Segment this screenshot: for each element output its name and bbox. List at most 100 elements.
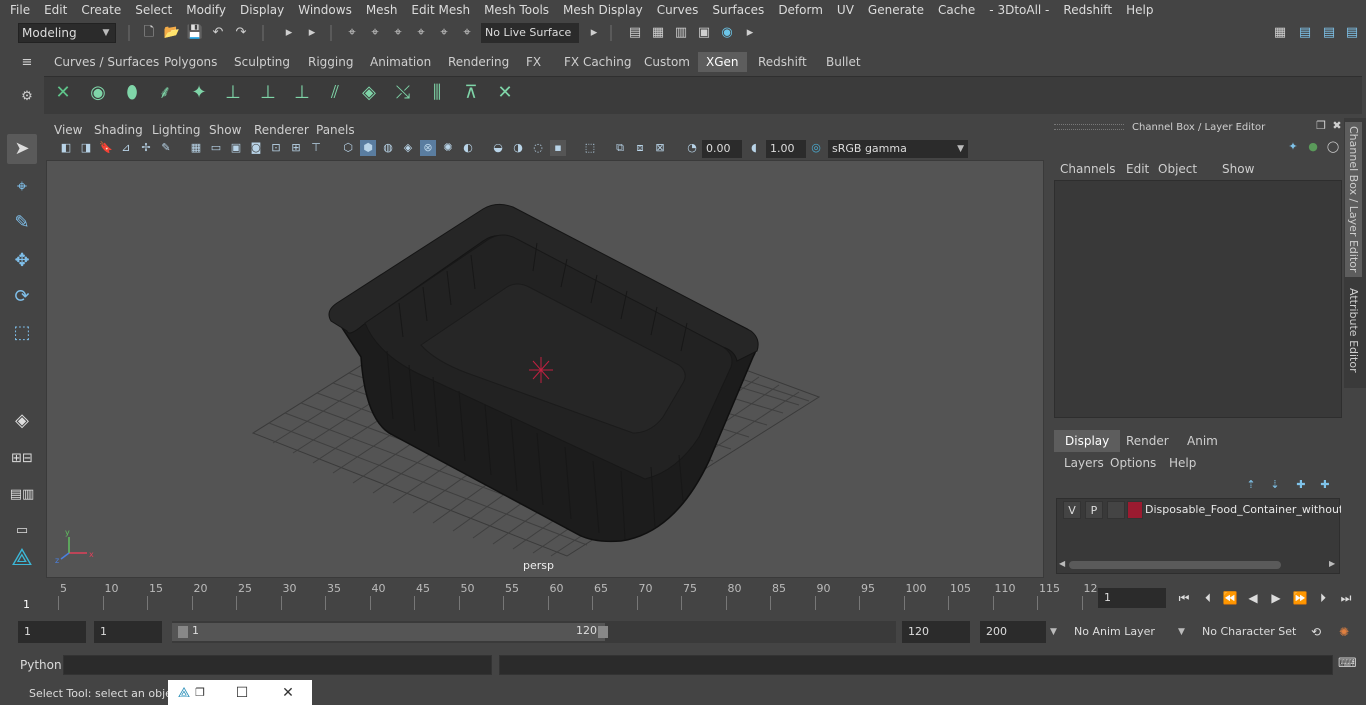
channel-box-menu-object[interactable]: Object: [1158, 162, 1197, 176]
layer-row[interactable]: V P Disposable_Food_Container_without: [1057, 501, 1341, 519]
shelf-tab-polygons[interactable]: Polygons: [156, 52, 225, 72]
panel-menu-view[interactable]: View: [54, 121, 82, 139]
shelf-tab-bullet[interactable]: Bullet: [818, 52, 869, 72]
render-view-icon[interactable]: ▣: [695, 24, 713, 42]
menu-surfaces[interactable]: Surfaces: [705, 0, 771, 20]
channel-box-toggle-icon[interactable]: ▤: [1343, 24, 1361, 42]
shelf-menu-icon[interactable]: ≡: [18, 54, 36, 72]
interactive-groom-icon[interactable]: ⫽: [320, 78, 350, 108]
ipr-render-icon[interactable]: ▥: [672, 24, 690, 42]
range-end-handle[interactable]: [598, 626, 608, 638]
scroll-right-icon[interactable]: ▶: [1329, 559, 1335, 568]
add-guide-icon[interactable]: ✦: [184, 78, 214, 108]
menu-deform[interactable]: Deform: [771, 0, 830, 20]
channel-box-menu-edit[interactable]: Edit: [1126, 162, 1149, 176]
grease-pencil-icon[interactable]: ✎: [158, 140, 174, 156]
menu-3dtoall[interactable]: - 3DtoAll -: [982, 0, 1056, 20]
snap-point-icon[interactable]: ⌖: [458, 24, 476, 42]
menu-display[interactable]: Display: [233, 0, 291, 20]
layout-single-icon[interactable]: ⊞⊟: [7, 444, 37, 474]
shelf-tab-rendering[interactable]: Rendering: [440, 52, 517, 72]
scroll-left-icon[interactable]: ◀: [1059, 559, 1065, 568]
undo-icon[interactable]: ↶: [209, 24, 227, 42]
sculpt-guide-icon[interactable]: ⊥: [218, 78, 248, 108]
xgen-guide-icon[interactable]: ⸙: [150, 78, 180, 108]
smooth-shade-icon[interactable]: ⬢: [360, 140, 376, 156]
move-tool-icon[interactable]: ✥: [7, 246, 37, 276]
menu-edit-mesh[interactable]: Edit Mesh: [404, 0, 477, 20]
step-forward-icon[interactable]: ⏵: [1313, 588, 1333, 608]
layer-display-type[interactable]: [1107, 501, 1125, 519]
xray-icon[interactable]: ⬚: [582, 140, 598, 156]
groom-layer-icon[interactable]: ◈: [354, 78, 384, 108]
rotate-tool-icon[interactable]: ⟳: [7, 282, 37, 312]
layer-tab-display[interactable]: Display: [1054, 430, 1121, 452]
play-forward-icon[interactable]: ▶: [1266, 588, 1286, 608]
panel-menu-panels[interactable]: Panels: [316, 121, 355, 139]
close-icon[interactable]: ✕: [278, 683, 298, 703]
snap-curve-icon[interactable]: ⌖: [435, 24, 453, 42]
ambient-occlusion-icon[interactable]: ◐: [460, 140, 476, 156]
layer-name[interactable]: Disposable_Food_Container_without: [1145, 501, 1341, 519]
convert-groom-icon[interactable]: ⤯: [388, 78, 418, 108]
3d-viewport[interactable]: x y z persp: [46, 160, 1044, 578]
lock-guide-icon[interactable]: ⊥: [287, 78, 317, 108]
isolate-select-icon[interactable]: ▪: [550, 140, 566, 156]
panel-grip[interactable]: [1054, 124, 1124, 130]
tab-attribute-editor[interactable]: Attribute Editor: [1347, 288, 1360, 373]
channel-box-area[interactable]: [1054, 180, 1342, 418]
animation-start-field[interactable]: 1: [18, 621, 86, 643]
animation-end-field[interactable]: 200: [980, 621, 1046, 643]
select-by-object-icon[interactable]: ⌖: [366, 24, 384, 42]
collapse-arrow-icon[interactable]: ▸: [585, 24, 603, 42]
play-backward-icon[interactable]: ◀: [1243, 588, 1263, 608]
script-language-label[interactable]: Python: [20, 658, 62, 672]
menu-mesh[interactable]: Mesh: [359, 0, 405, 20]
animation-preferences-icon[interactable]: ✺: [1334, 622, 1354, 642]
workspace-icon[interactable]: ▦: [1271, 24, 1289, 42]
lasso-tool-icon[interactable]: ⌖: [7, 172, 37, 202]
minimized-window[interactable]: ⟁ ❐ ☐ ✕: [168, 680, 312, 705]
depth-of-field-icon[interactable]: ◌: [530, 140, 546, 156]
auto-key-icon[interactable]: ⟲: [1306, 622, 1326, 642]
range-slider[interactable]: 1 120: [172, 621, 896, 643]
multisample-icon[interactable]: ◑: [510, 140, 526, 156]
shelf-settings-icon[interactable]: ⚙: [18, 88, 36, 106]
panel-menu-shading[interactable]: Shading: [94, 121, 143, 139]
time-slider[interactable]: 5 10 15 20 25 30 35 40 45 50 55 60 65 70 75 80 85 90 95 100…: [18, 582, 1098, 612]
move-layer-down-icon[interactable]: ⇣: [1266, 476, 1284, 494]
shelf-tab-rigging[interactable]: Rigging: [300, 52, 361, 72]
menu-generate[interactable]: Generate: [861, 0, 931, 20]
film-gate-icon[interactable]: ▭: [208, 140, 224, 156]
menu-create[interactable]: Create: [74, 0, 128, 20]
menu-edit[interactable]: Edit: [37, 0, 74, 20]
layer-menu-layers[interactable]: Layers: [1064, 456, 1104, 470]
playback-end-field[interactable]: 120: [902, 621, 970, 643]
gamma-icon[interactable]: ◖: [746, 140, 762, 156]
channel-box-menu-show[interactable]: Show: [1222, 162, 1254, 176]
groom-delete-icon[interactable]: ✕: [490, 78, 520, 108]
shelf-tab-fx[interactable]: FX: [518, 52, 549, 72]
2d-pan-zoom-icon[interactable]: ✢: [138, 140, 154, 156]
redo-icon[interactable]: ↷: [232, 24, 250, 42]
script-editor-icon[interactable]: ⌨: [1338, 655, 1357, 673]
groom-cut-icon[interactable]: ⊼: [456, 78, 486, 108]
use-all-lights-icon[interactable]: ⊗: [420, 140, 436, 156]
xgen-preview-icon[interactable]: ◉: [83, 78, 113, 108]
render-settings-icon[interactable]: ▤: [626, 24, 644, 42]
bookmark-icon[interactable]: 🔖: [98, 140, 114, 156]
layer-playback-toggle[interactable]: P: [1085, 501, 1103, 519]
character-set-select[interactable]: ▼ No Character Set: [1178, 621, 1298, 643]
wireframe-icon[interactable]: ⬡: [340, 140, 356, 156]
menu-select[interactable]: Select: [128, 0, 179, 20]
select-tool-icon[interactable]: ➤: [7, 134, 37, 164]
select-by-hierarchy-icon[interactable]: ⌖: [343, 24, 361, 42]
snap-grid-icon[interactable]: ⌖: [412, 24, 430, 42]
shelf-tab-curves-surfaces[interactable]: Curves / Surfaces: [46, 52, 167, 72]
collapse-arrow-icon[interactable]: ▸: [741, 24, 759, 42]
horizontal-scrollbar[interactable]: [1069, 561, 1281, 569]
attribute-editor-toggle-icon[interactable]: ▤: [1296, 24, 1314, 42]
hypershade-icon[interactable]: ◉: [718, 24, 736, 42]
current-frame-field[interactable]: 1: [1098, 588, 1166, 608]
layer-tab-anim[interactable]: Anim: [1176, 430, 1229, 452]
